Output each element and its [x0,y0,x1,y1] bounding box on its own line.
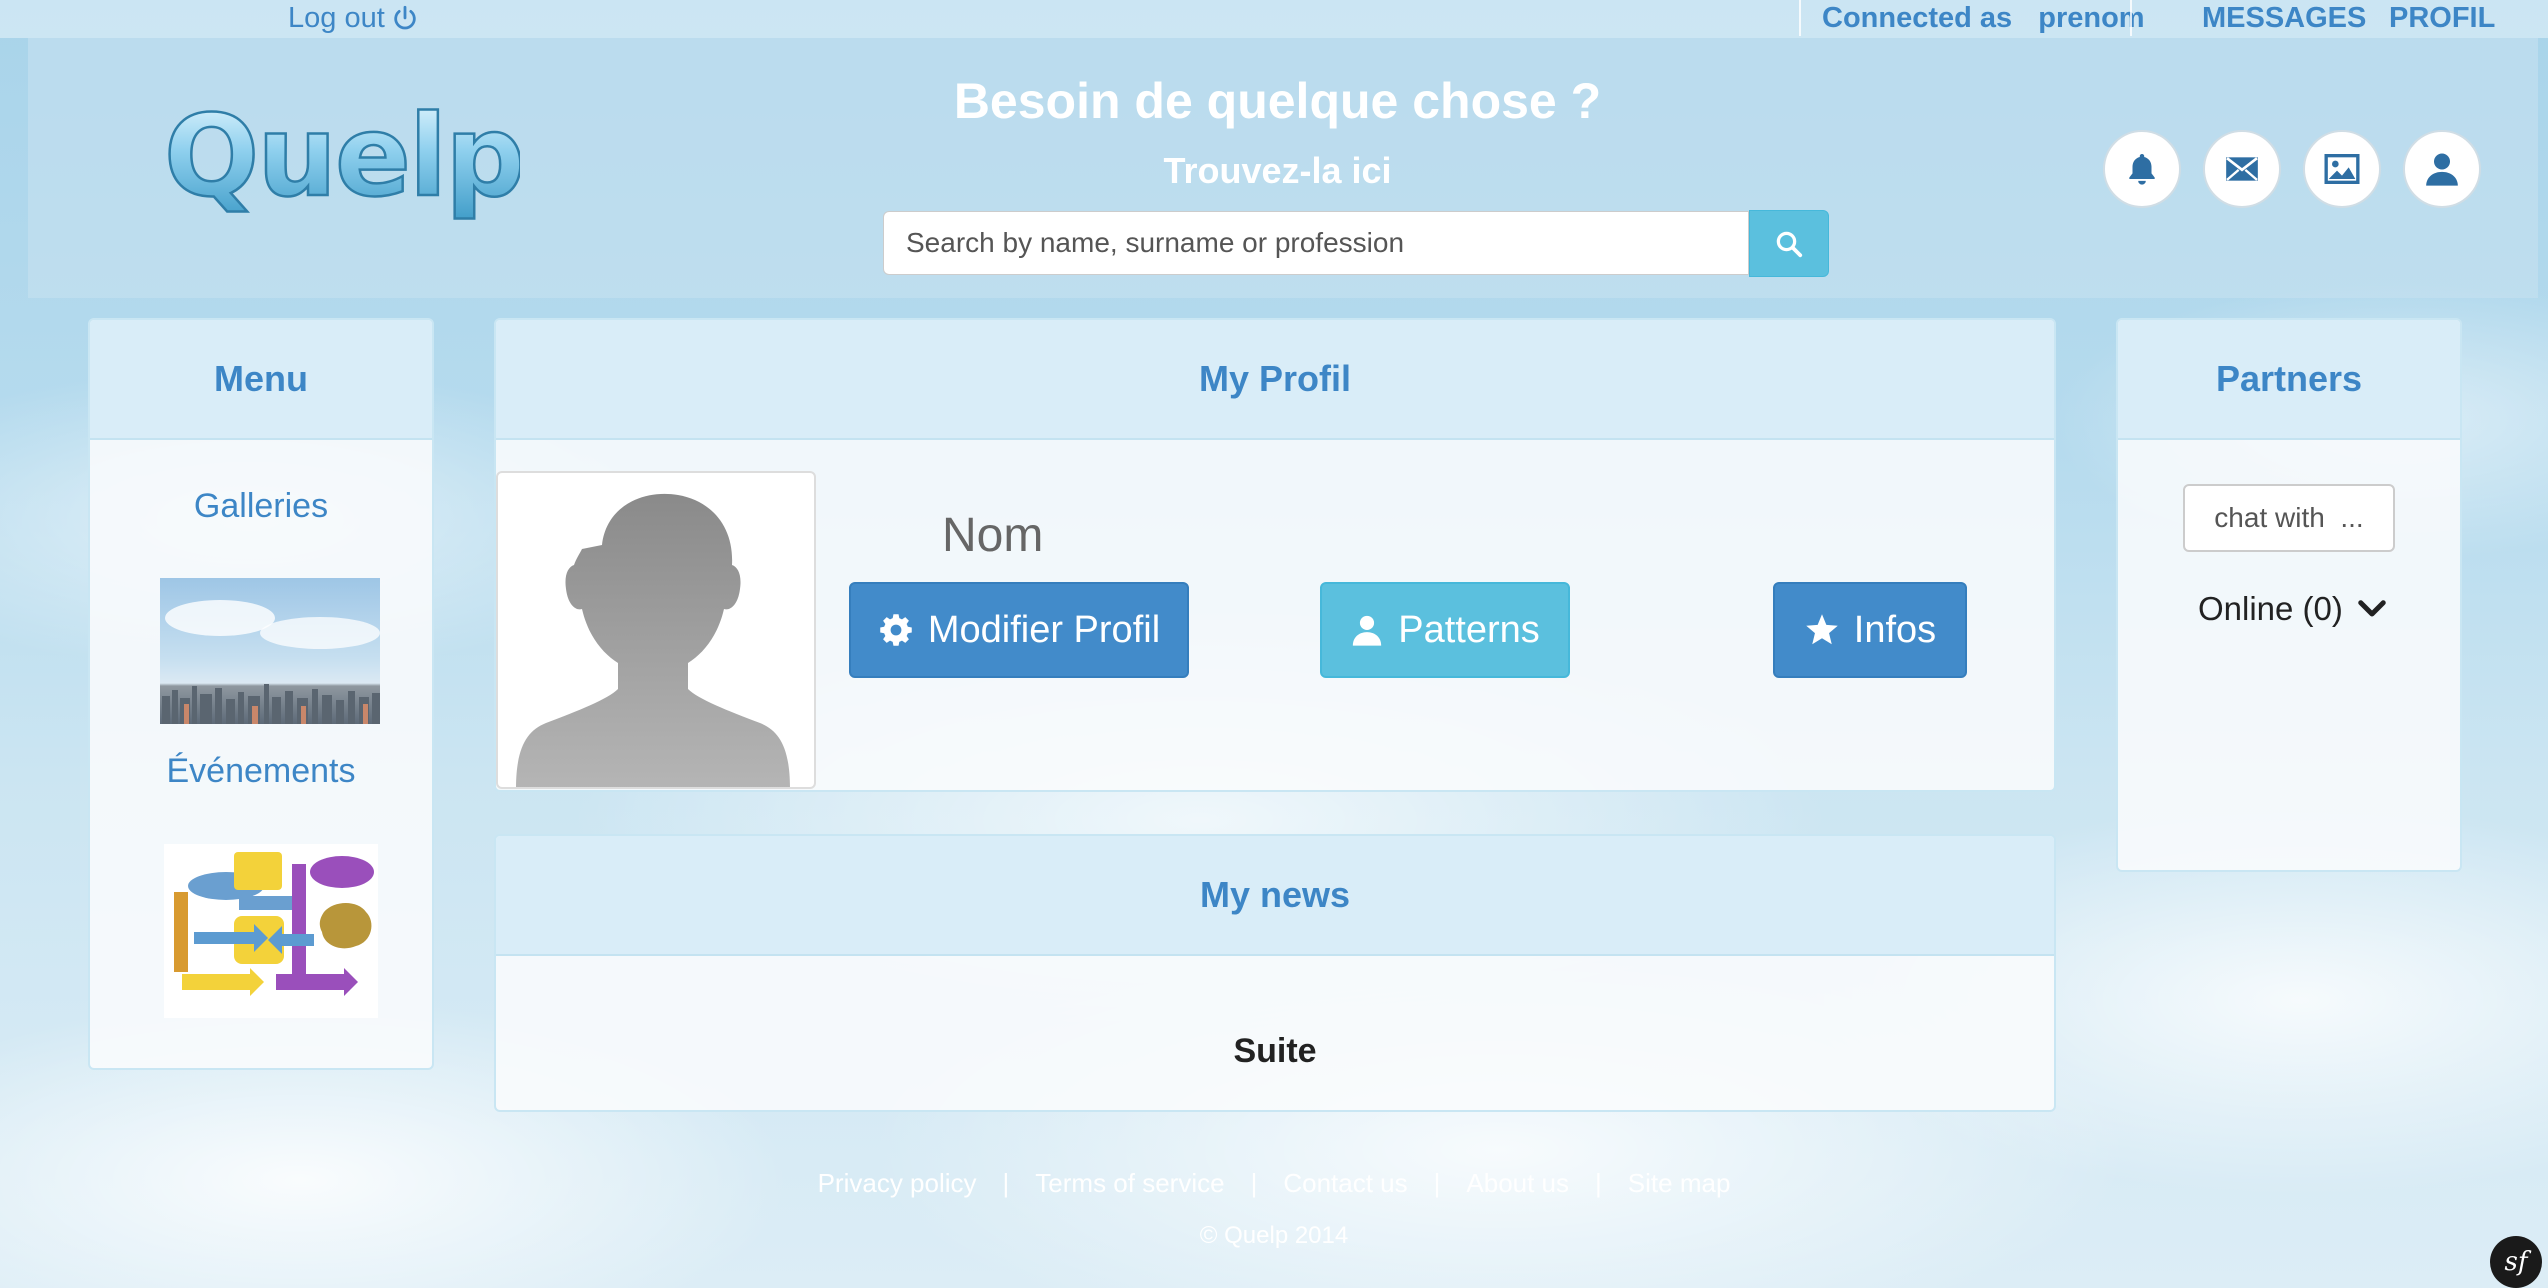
news-title: My news [496,836,2054,956]
search-button[interactable] [1749,210,1829,277]
galleries-link[interactable]: Galleries [90,487,432,526]
gallery-button[interactable] [2303,130,2381,208]
footer-separator: | [1433,1168,1441,1198]
envelope-icon [2226,157,2258,181]
galleries-thumbnail[interactable] [160,578,380,724]
edit-profile-button[interactable]: Modifier Profil [849,582,1189,678]
copyright: © Quelp 2014 [1199,1222,1349,1249]
partners-title: Partners [2118,320,2460,440]
footer-separator: | [1595,1168,1602,1198]
top-divider [1799,0,1801,36]
account-button[interactable] [2403,130,2481,208]
logout-label: Log out [288,2,385,34]
footer-links: Privacy policy | Terms of service | Contact … [0,1168,2548,1199]
gear-icon [880,614,912,646]
power-icon [394,5,416,29]
infos-button[interactable]: Infos [1773,582,1967,678]
footer-separator: | [1002,1168,1010,1198]
user-icon [1353,615,1382,646]
edit-profile-label: Modifier Profil [927,608,1161,651]
footer-separator: | [1250,1168,1258,1198]
messages-link[interactable]: MESSAGES [2202,2,2366,35]
page-subheadline: Trouvez-la ici [1163,150,1392,191]
menu-title: Menu [90,320,432,440]
events-thumbnail[interactable] [164,844,378,1018]
patterns-label: Patterns [1398,608,1540,651]
online-label: Online (0) [2198,590,2343,627]
online-toggle[interactable]: Online (0) [2198,590,2387,628]
chat-with-label: chat with ... [2214,502,2364,533]
patterns-button[interactable]: Patterns [1320,582,1570,678]
profile-title: My Profil [496,320,2054,440]
infos-label: Infos [1853,608,1937,651]
bell-icon [2129,153,2155,185]
events-link[interactable]: Événements [90,752,432,791]
news-more-link[interactable]: Suite [496,1032,2054,1071]
profil-link[interactable]: PROFIL [2389,2,2495,35]
avatar[interactable] [496,471,816,789]
quelp-logo[interactable]: Quelp [160,95,520,225]
terms-link[interactable]: Terms of service [1035,1168,1224,1198]
contact-link[interactable]: Contact us [1283,1168,1407,1198]
page-headline: Besoin de quelque chose ? [953,73,1602,129]
search-icon [1776,231,1803,257]
notifications-button[interactable] [2103,130,2181,208]
top-divider [2130,0,2132,36]
picture-icon [2324,154,2360,184]
logout-link[interactable]: Log out [288,2,419,35]
chevron-down-icon [2358,600,2386,617]
user-icon [2426,153,2458,186]
star-icon [1806,614,1838,645]
connected-as: Connected as prenom [1822,2,2145,35]
chat-with-button[interactable]: chat with ... [2183,484,2395,552]
profile-name: Nom [942,509,1044,562]
sitemap-link[interactable]: Site map [1628,1168,1731,1198]
username[interactable]: prenom [2038,2,2144,34]
top-bar: Log out Connected as prenom MESSAGES PRO… [0,0,2548,38]
search-input[interactable] [883,211,1749,275]
connected-label: Connected as [1822,2,2013,34]
menu-panel: Menu Galleries Événements [88,318,434,1070]
about-link[interactable]: About us [1466,1168,1569,1198]
messages-button[interactable] [2203,130,2281,208]
privacy-policy-link[interactable]: Privacy policy [818,1168,977,1198]
symfony-toolbar-icon[interactable]: sf [2490,1236,2542,1288]
svg-text:Quelp: Quelp [164,95,520,222]
